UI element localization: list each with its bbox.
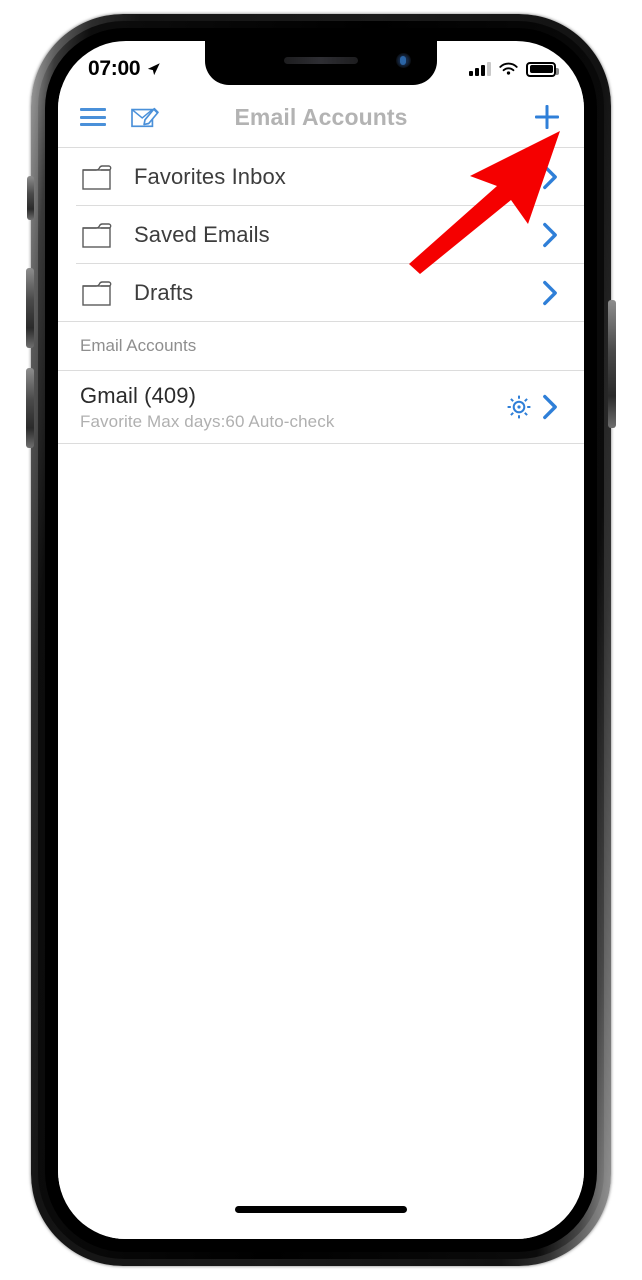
status-bar-left: 07:00 [88, 57, 161, 81]
list-item-label: Drafts [134, 279, 194, 305]
account-title: Gmail (409) [80, 382, 197, 408]
list-item-account-gmail[interactable]: Gmail (409) Favorite Max days:60 Auto-ch… [58, 371, 584, 443]
volume-up-button[interactable] [26, 268, 34, 348]
status-bar-right [469, 61, 559, 77]
power-button[interactable] [608, 300, 616, 428]
folder-icon [82, 222, 112, 248]
account-subtitle: Favorite Max days:60 Auto-check [80, 411, 335, 431]
list-item-label: Favorites Inbox [134, 163, 286, 189]
hamburger-menu-icon[interactable] [80, 108, 106, 126]
list-item-saved-emails[interactable]: Saved Emails [58, 206, 584, 263]
section-header-email-accounts: Email Accounts [58, 322, 584, 370]
add-account-button[interactable] [532, 102, 562, 132]
list-item-drafts[interactable]: Drafts [58, 264, 584, 321]
folder-icon [82, 164, 112, 190]
list-separator-bottom [58, 443, 584, 444]
battery-full-icon [526, 61, 559, 77]
wifi-icon [499, 62, 518, 75]
earpiece-speaker [284, 57, 358, 64]
volume-down-button[interactable] [26, 368, 34, 448]
account-actions [506, 394, 558, 420]
silent-switch-button[interactable] [27, 176, 34, 220]
home-indicator[interactable] [235, 1206, 407, 1213]
list-item-label: Saved Emails [134, 221, 270, 247]
chevron-right-icon [543, 164, 557, 189]
chevron-right-icon [543, 394, 557, 420]
display-notch [205, 41, 437, 85]
compose-email-icon[interactable] [130, 104, 160, 130]
location-arrow-icon [148, 62, 160, 75]
front-camera [396, 53, 411, 68]
folder-icon [82, 280, 112, 306]
chevron-right-icon [543, 280, 557, 305]
phone-screen: 07:00 Email Accounts Favorites Inbox Sav… [58, 41, 584, 1239]
screenshot-root: 07:00 Email Accounts Favorites Inbox Sav… [0, 0, 642, 1280]
navigation-bar: Email Accounts [58, 87, 584, 147]
cellular-signal-icon [469, 62, 491, 76]
nav-left-actions [80, 104, 160, 130]
list-item-favorites-inbox[interactable]: Favorites Inbox [58, 148, 584, 205]
chevron-right-icon [543, 222, 557, 247]
account-text-block: Gmail (409) Favorite Max days:60 Auto-ch… [80, 383, 334, 432]
accounts-list: Favorites Inbox Saved Emails Drafts Emai… [58, 147, 584, 1239]
status-bar-clock: 07:00 [88, 57, 141, 80]
gear-icon[interactable] [506, 394, 532, 420]
